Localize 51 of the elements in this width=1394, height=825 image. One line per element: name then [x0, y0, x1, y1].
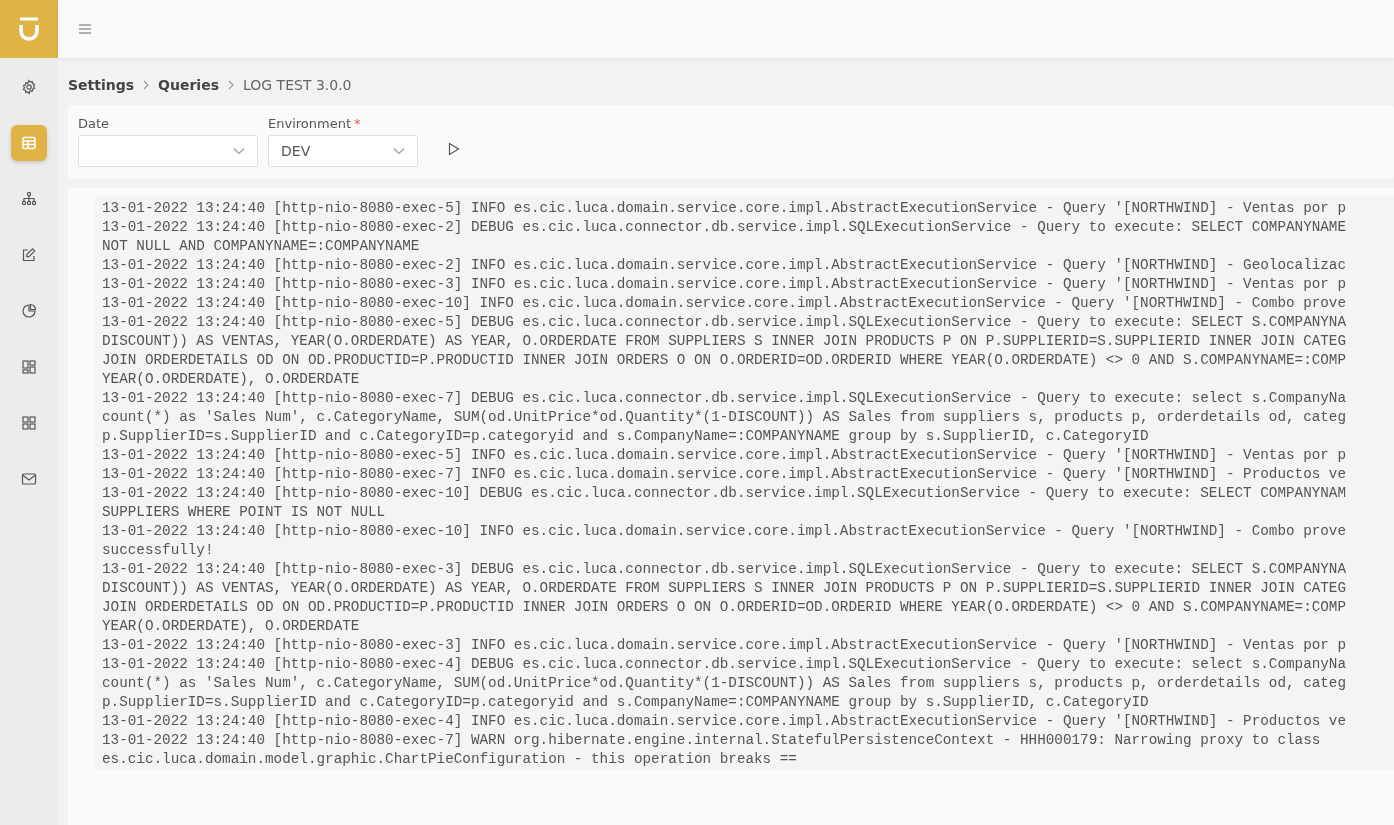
log-line: JOIN ORDERDETAILS OD ON OD.PRODUCTID=P.PRODUCTID INNER JOIN ORDERS O ON O.ORDERID=OD.ORDERID WHERE YEAR(O.ORDERDATE) <> 0 AND S.COMPANYNAME=:COMP: [102, 351, 1348, 370]
log-line: 13-01-2022 13:24:40 [http-nio-8080-exec-10] DEBUG es.cic.luca.connector.db.service.impl.SQLExecutionService - Query to execute: SELECT COMPANYNAM: [102, 484, 1348, 503]
play-button[interactable]: [448, 142, 460, 156]
log-line: count(*) as 'Sales Num', c.CategoryName, SUM(od.UnitPrice*od.Quantity*(1-DISCOUNT)) AS Sales from suppliers s, products p, orderdetails od, categ: [102, 408, 1348, 427]
settings-icon: [21, 79, 37, 95]
log-line: count(*) as 'Sales Num', c.CategoryName, SUM(od.UnitPrice*od.Quantity*(1-DISCOUNT)) AS Sales from suppliers s, products p, orderdetails od, categ: [102, 674, 1348, 693]
table-icon: [21, 135, 37, 151]
log-line: JOIN ORDERDETAILS OD ON OD.PRODUCTID=P.PRODUCTID INNER JOIN ORDERS O ON O.ORDERID=OD.ORDERID WHERE YEAR(O.ORDERDATE) <> 0 AND S.COMPANYNAME=:COMP: [102, 598, 1348, 617]
log-line: 13-01-2022 13:24:40 [http-nio-8080-exec-10] INFO es.cic.luca.domain.service.core.impl.AbstractExecutionService - Query '[NORTHWIND] - Combo prove: [102, 294, 1348, 313]
log-line: 13-01-2022 13:24:40 [http-nio-8080-exec-3] DEBUG es.cic.luca.connector.db.service.impl.SQLExecutionService - Query to execute: SELECT S.COMPANYNA: [102, 560, 1348, 579]
pie-chart-icon: [21, 303, 37, 319]
breadcrumb-item[interactable]: Settings: [68, 77, 135, 93]
log-line: 13-01-2022 13:24:40 [http-nio-8080-exec-3] INFO es.cic.luca.domain.service.core.impl.AbstractExecutionService - Query '[NORTHWIND] - Ventas por p: [102, 275, 1348, 294]
dropdown-field[interactable]: [78, 135, 258, 167]
hierarchy-icon: [21, 191, 37, 207]
log-line: DISCOUNT)) AS VENTAS, YEAR(O.ORDERDATE) AS YEAR, O.ORDERDATE FROM SUPPLIERS S INNER JOIN PRODUCTS P ON P.SUPPLIERID=S.SUPPLIERID INNER JOIN CATEG: [102, 332, 1348, 351]
grid-icon: [21, 415, 37, 431]
log-line: 13-01-2022 13:24:40 [http-nio-8080-exec-4] DEBUG es.cic.luca.connector.db.service.impl.SQLExecutionService - Query to execute: select s.CompanyNa: [102, 655, 1348, 674]
log-line: 13-01-2022 13:24:40 [http-nio-8080-exec-4] INFO es.cic.luca.domain.service.core.impl.AbstractExecutionService - Query '[NORTHWIND] - Productos ve: [102, 712, 1348, 731]
field-label: Environment: [268, 116, 351, 131]
field-label: Date: [78, 116, 110, 131]
required-mark: *: [354, 116, 361, 131]
mail-icon: [21, 471, 37, 487]
edit-icon: [21, 247, 37, 263]
log-line: 13-01-2022 13:24:40 [http-nio-8080-exec-5] INFO es.cic.luca.domain.service.core.impl.AbstractExecutionService - Query '[NORTHWIND] - Ventas por p: [102, 199, 1348, 218]
breadcrumb-item[interactable]: Queries: [158, 77, 219, 93]
log-line: DISCOUNT)) AS VENTAS, YEAR(O.ORDERDATE) AS YEAR, O.ORDERDATE FROM SUPPLIERS S INNER JOIN PRODUCTS P ON P.SUPPLIERID=S.SUPPLIERID INNER JOIN CATEG: [102, 579, 1348, 598]
log-line: YEAR(O.ORDERDATE), O.ORDERDATE: [102, 617, 361, 636]
log-line: es.cic.luca.domain.model.graphic.ChartPieConfiguration - this operation breaks ==: [102, 750, 798, 769]
dropdown-field[interactable]: DEV: [268, 135, 418, 167]
log-line: successfully!: [102, 541, 215, 560]
dashboard-icon: [21, 359, 37, 375]
log-line: 13-01-2022 13:24:40 [http-nio-8080-exec-3] INFO es.cic.luca.domain.service.core.impl.AbstractExecutionService - Query '[NORTHWIND] - Ventas por p: [102, 636, 1348, 655]
chevron-down-icon: [393, 147, 405, 155]
log-line: 13-01-2022 13:24:40 [http-nio-8080-exec-7] WARN org.hibernate.engine.internal.StatefulPersistenceContext - HHH000179: Narrowing proxy to class: [102, 731, 1322, 750]
chevron-right-icon: [142, 80, 151, 90]
log-line: 13-01-2022 13:24:40 [http-nio-8080-exec-2] INFO es.cic.luca.domain.service.core.impl.AbstractExecutionService - Query '[NORTHWIND] - Geolocalizac: [102, 256, 1348, 275]
log-line: 13-01-2022 13:24:40 [http-nio-8080-exec-7] DEBUG es.cic.luca.connector.db.service.impl.SQLExecutionService - Query to execute: select s.CompanyNa: [102, 389, 1348, 408]
log-line: p.SupplierID=s.SupplierID and c.CategoryID=p.categoryid and s.CompanyName=:COMPANYNAME group by s.SupplierID, c.CategoryID: [102, 693, 1150, 712]
log-line: 13-01-2022 13:24:40 [http-nio-8080-exec-5] DEBUG es.cic.luca.connector.db.service.impl.SQLExecutionService - Query to execute: SELECT S.COMPANYNA: [102, 313, 1348, 332]
breadcrumb-item: LOG TEST 3.0.0: [243, 77, 352, 93]
log-line: 13-01-2022 13:24:40 [http-nio-8080-exec-10] INFO es.cic.luca.domain.service.core.impl.AbstractExecutionService - Query '[NORTHWIND] - Combo prove: [102, 522, 1348, 541]
log-line: p.SupplierID=s.SupplierID and c.CategoryID=p.categoryid and s.CompanyName=:COMPANYNAME group by s.SupplierID, c.CategoryID: [102, 427, 1150, 446]
log-line: 13-01-2022 13:24:40 [http-nio-8080-exec-5] INFO es.cic.luca.domain.service.core.impl.AbstractExecutionService - Query '[NORTHWIND] - Ventas por p: [102, 446, 1348, 465]
log-line: YEAR(O.ORDERDATE), O.ORDERDATE: [102, 370, 361, 389]
log-line: SUPPLIERS WHERE POINT IS NOT NULL: [102, 503, 387, 522]
chevron-right-icon: [227, 80, 235, 90]
log-line: 13-01-2022 13:24:40 [http-nio-8080-exec-7] INFO es.cic.luca.domain.service.core.impl.AbstractExecutionService - Query '[NORTHWIND] - Productos ve: [102, 465, 1348, 484]
log-line: 13-01-2022 13:24:40 [http-nio-8080-exec-2] DEBUG es.cic.luca.connector.db.service.impl.SQLExecutionService - Query to execute: SELECT COMPANYNAME: [102, 218, 1348, 237]
chevron-down-icon: [233, 147, 245, 155]
log-line: NOT NULL AND COMPANYNAME=:COMPANYNAME: [102, 237, 421, 256]
